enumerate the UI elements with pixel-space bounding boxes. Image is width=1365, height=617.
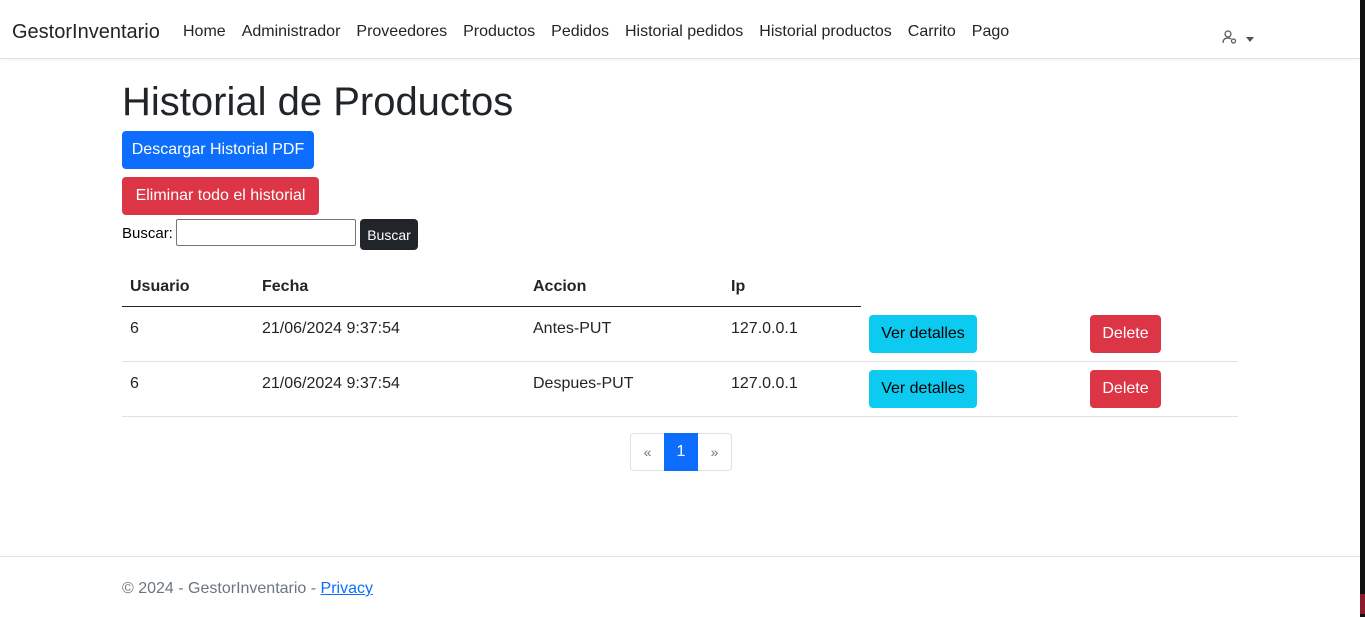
search-button[interactable]: Buscar — [360, 219, 418, 250]
nav-link-pago[interactable]: Pago — [964, 21, 1017, 43]
footer-text: © 2024 - GestorInventario - — [122, 580, 321, 597]
footer: © 2024 - GestorInventario - Privacy — [122, 580, 373, 598]
cell-fecha: 21/06/2024 9:37:54 — [262, 320, 400, 337]
cell-accion: Despues-PUT — [533, 375, 634, 392]
window-edge — [1360, 0, 1365, 617]
nav-links: Home Administrador Proveedores Productos… — [175, 21, 1017, 43]
cell-ip: 127.0.0.1 — [731, 375, 798, 392]
view-details-button[interactable]: Ver detalles — [869, 370, 977, 408]
navbar: GestorInventario Home Administrador Prov… — [0, 0, 1360, 59]
nav-link-carrito[interactable]: Carrito — [900, 21, 964, 43]
nav-link-productos[interactable]: Productos — [455, 21, 543, 43]
delete-all-history-button[interactable]: Eliminar todo el historial — [122, 177, 319, 215]
table-row: 6 21/06/2024 9:37:54 Despues-PUT 127.0.0… — [122, 362, 1238, 417]
privacy-link[interactable]: Privacy — [321, 580, 373, 597]
pagination-page-current[interactable]: 1 — [664, 433, 698, 471]
cell-ip: 127.0.0.1 — [731, 320, 798, 337]
column-header-accion: Accion — [533, 278, 587, 295]
delete-button[interactable]: Delete — [1090, 370, 1161, 408]
pagination-prev[interactable]: « — [630, 433, 664, 471]
nav-link-administrador[interactable]: Administrador — [234, 21, 349, 43]
cell-fecha: 21/06/2024 9:37:54 — [262, 375, 400, 392]
user-gear-icon — [1222, 29, 1238, 50]
delete-button[interactable]: Delete — [1090, 315, 1161, 353]
footer-divider — [0, 556, 1360, 557]
cell-usuario: 6 — [130, 320, 139, 337]
nav-link-home[interactable]: Home — [175, 21, 234, 43]
window-edge-marker — [1360, 594, 1365, 614]
search-input[interactable] — [176, 219, 356, 246]
cell-usuario: 6 — [130, 375, 139, 392]
pagination: « 1 » — [630, 433, 732, 471]
page-title: Historial de Productos — [122, 80, 514, 124]
nav-link-proveedores[interactable]: Proveedores — [348, 21, 455, 43]
column-header-ip: Ip — [731, 278, 746, 295]
column-header-usuario: Usuario — [130, 278, 190, 295]
cell-accion: Antes-PUT — [533, 320, 612, 337]
search-label: Buscar: — [122, 225, 173, 242]
view-details-button[interactable]: Ver detalles — [869, 315, 977, 353]
nav-link-pedidos[interactable]: Pedidos — [543, 21, 617, 43]
brand-link[interactable]: GestorInventario — [12, 20, 160, 44]
column-header-fecha: Fecha — [262, 278, 309, 295]
pagination-next[interactable]: » — [698, 433, 732, 471]
table-row: 6 21/06/2024 9:37:54 Antes-PUT 127.0.0.1… — [122, 307, 1238, 362]
user-menu-dropdown[interactable] — [1222, 29, 1254, 50]
nav-link-historial-productos[interactable]: Historial productos — [751, 21, 900, 43]
download-pdf-button[interactable]: Descargar Historial PDF — [122, 131, 314, 169]
chevron-down-icon — [1246, 37, 1254, 42]
nav-link-historial-pedidos[interactable]: Historial pedidos — [617, 21, 751, 43]
